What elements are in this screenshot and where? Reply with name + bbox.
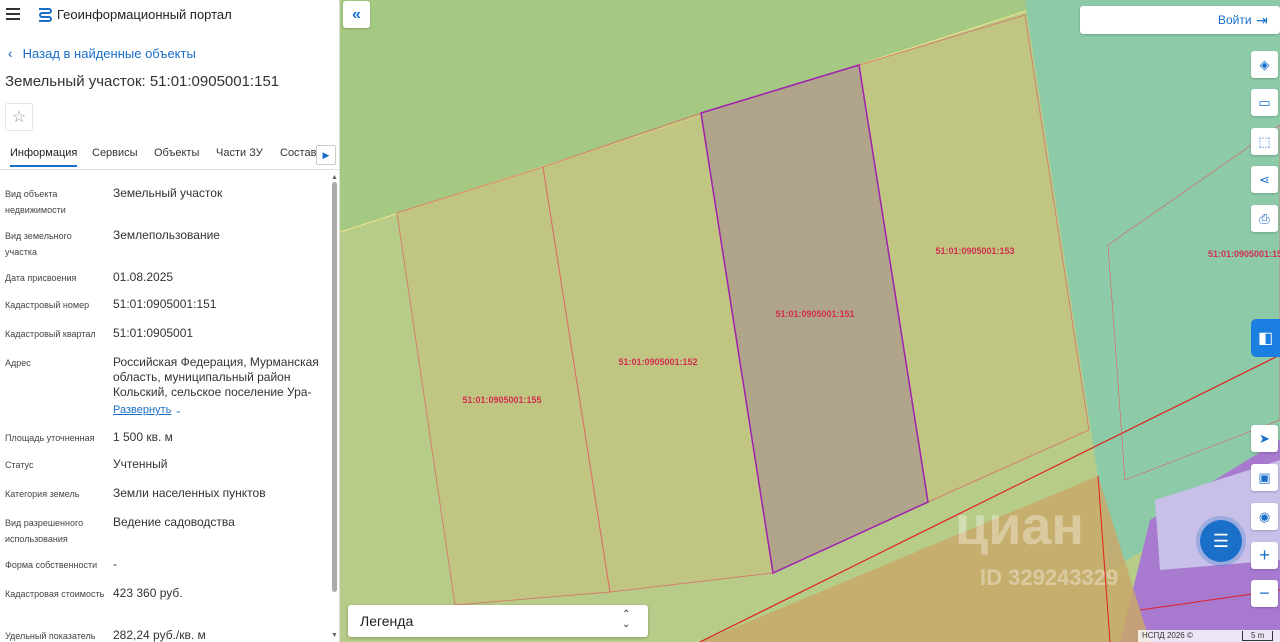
layers-button[interactable]: ◈ [1251, 51, 1278, 78]
zoom-in-icon: + [1259, 545, 1270, 565]
chevron-down-icon: ⌄ [174, 405, 183, 415]
attribution-text: НСПД 2026 © [1142, 631, 1193, 640]
parcel-label-selected: 51:01:0905001:151 [775, 309, 854, 319]
property-key: Площадь уточненная [5, 433, 95, 443]
scrollbar-thumb[interactable] [332, 182, 337, 592]
scale-bar: 5 m [1242, 631, 1274, 641]
map-view[interactable]: 51:01:0905001:155 51:01:0905001:152 51:0… [340, 0, 1280, 642]
property-key: Вид объекта недвижимости [5, 189, 66, 215]
hamburger-icon[interactable] [6, 8, 20, 20]
side-badge-button[interactable]: ◧ [1251, 319, 1280, 357]
parcel-label: 51:01:0905001:15 [1208, 249, 1280, 259]
page-title: Земельный участок: 51:01:0905001:151 [5, 73, 280, 90]
expand-link[interactable]: Развернуть [113, 404, 171, 416]
map-canvas[interactable]: 51:01:0905001:155 51:01:0905001:152 51:0… [340, 0, 1280, 642]
print-icon: ⎙ [1259, 210, 1270, 226]
share-icon: ⋖ [1259, 171, 1270, 187]
parcel-label: 51:01:0905001:155 [462, 395, 541, 405]
address-expand-toggle[interactable]: Развернуть ⌄ [113, 402, 325, 418]
geolocation-button[interactable]: ◉ [1251, 503, 1278, 530]
property-key: Форма собственности [5, 560, 98, 570]
layers-icon: ◈ [1259, 56, 1270, 72]
tab-bar: Информация Сервисы Объекты Части ЗУ Сост… [0, 140, 339, 170]
property-key: Вид разрешенного использования [5, 518, 84, 544]
chat-button[interactable]: ☰ [1200, 520, 1242, 562]
parcel-label: 51:01:0905001:153 [935, 246, 1014, 256]
legend-label: Легенда [360, 613, 414, 629]
info-panel: Геоинформационный портал ‹ Назад в найде… [0, 0, 340, 642]
property-key: Кадастровый квартал [5, 329, 96, 339]
top-bar: Геоинформационный портал [0, 0, 339, 30]
scroll-down-icon[interactable]: ▼ [331, 632, 338, 639]
tab-composition[interactable]: Состав [280, 147, 316, 159]
minimap-button[interactable]: ▣ [1251, 464, 1278, 491]
app-root: Геоинформационный портал ‹ Назад в найде… [0, 0, 1280, 642]
property-value: Землепользование [113, 228, 220, 242]
portal-logo-icon [39, 8, 52, 22]
tab-parcel-parts[interactable]: Части ЗУ [216, 147, 263, 159]
map-attribution: НСПД 2026 © 5 m [1138, 630, 1280, 642]
tab-services[interactable]: Сервисы [92, 147, 138, 159]
star-icon: ☆ [11, 109, 27, 126]
chevron-right-icon: ▶ [322, 149, 330, 160]
watermark-logo: циан [955, 496, 1085, 556]
property-key: Вид земельного участка [5, 231, 72, 257]
property-value: 423 360 руб. [113, 586, 183, 600]
property-key: Кадастровый номер [5, 300, 90, 310]
zoom-in-button[interactable]: + [1251, 542, 1278, 569]
zoom-out-button[interactable]: − [1251, 580, 1278, 607]
login-label[interactable]: Войти [1218, 13, 1252, 27]
property-key: Дата присвоения [5, 273, 77, 283]
property-key: Адрес [5, 358, 31, 368]
tab-information[interactable]: Информация [10, 147, 78, 167]
chevron-up-down-icon: ⌃ ⌄ [622, 609, 631, 630]
property-value: 51:01:0905001:151 [113, 297, 217, 311]
property-key: Категория земель [5, 489, 80, 499]
property-value: 01.08.2025 [113, 270, 174, 284]
property-value: Земли населенных пунктов [113, 486, 266, 500]
login-bar[interactable]: Войти ⇥ [1080, 6, 1280, 34]
print-button[interactable]: ⎙ [1251, 205, 1278, 232]
minimap-icon: ▣ [1258, 469, 1271, 485]
property-key: Статус [5, 460, 34, 470]
property-key: Удельный показатель [5, 631, 96, 641]
badge-icon: ◧ [1257, 330, 1274, 347]
locate-icon: ➤ [1259, 430, 1270, 446]
chevron-left-icon: ‹ [8, 45, 13, 61]
login-icon[interactable]: ⇥ [1256, 12, 1268, 29]
geolocation-icon: ◉ [1258, 508, 1271, 524]
property-value: Российская Федерация, Мурманская область… [113, 355, 319, 399]
back-to-results-link[interactable]: ‹ Назад в найденные объекты [8, 45, 196, 61]
property-value: 282,24 руб./кв. м [113, 628, 206, 642]
property-value: 51:01:0905001 [113, 326, 194, 340]
select-area-button[interactable]: ⬚ [1251, 128, 1278, 155]
scroll-up-icon[interactable]: ▲ [331, 174, 338, 181]
locate-button[interactable]: ➤ [1251, 425, 1278, 452]
tab-objects[interactable]: Объекты [154, 147, 199, 159]
panel-scrollbar[interactable]: ▲ ▼ [330, 174, 338, 642]
property-value: Учтенный [113, 457, 168, 471]
back-link-label: Назад в найденные объекты [22, 45, 196, 61]
zoom-out-icon: − [1259, 583, 1270, 603]
legend-dropdown[interactable]: Легенда ⌃ ⌄ [348, 605, 648, 637]
property-value: - [113, 557, 117, 571]
parcel-label: 51:01:0905001:152 [618, 357, 697, 367]
favorite-button[interactable]: ☆ [5, 103, 33, 131]
property-value: Земельный участок [113, 186, 223, 200]
measure-button[interactable]: ▭ [1251, 89, 1278, 116]
share-button[interactable]: ⋖ [1251, 166, 1278, 193]
property-value: 1 500 кв. м [113, 430, 173, 444]
collapse-panel-button[interactable]: « [343, 1, 370, 28]
chat-icon: ☰ [1212, 530, 1230, 551]
portal-title: Геоинформационный портал [57, 7, 232, 22]
tabs-scroll-right-button[interactable]: ▶ [316, 145, 336, 165]
watermark-id: ID 329243329 [980, 565, 1119, 590]
property-key: Кадастровая стоимость [5, 589, 105, 599]
select-area-icon: ⬚ [1258, 133, 1271, 149]
collapse-left-icon: « [352, 5, 361, 23]
ruler-icon: ▭ [1258, 94, 1271, 110]
property-value: Ведение садоводства [113, 515, 235, 529]
